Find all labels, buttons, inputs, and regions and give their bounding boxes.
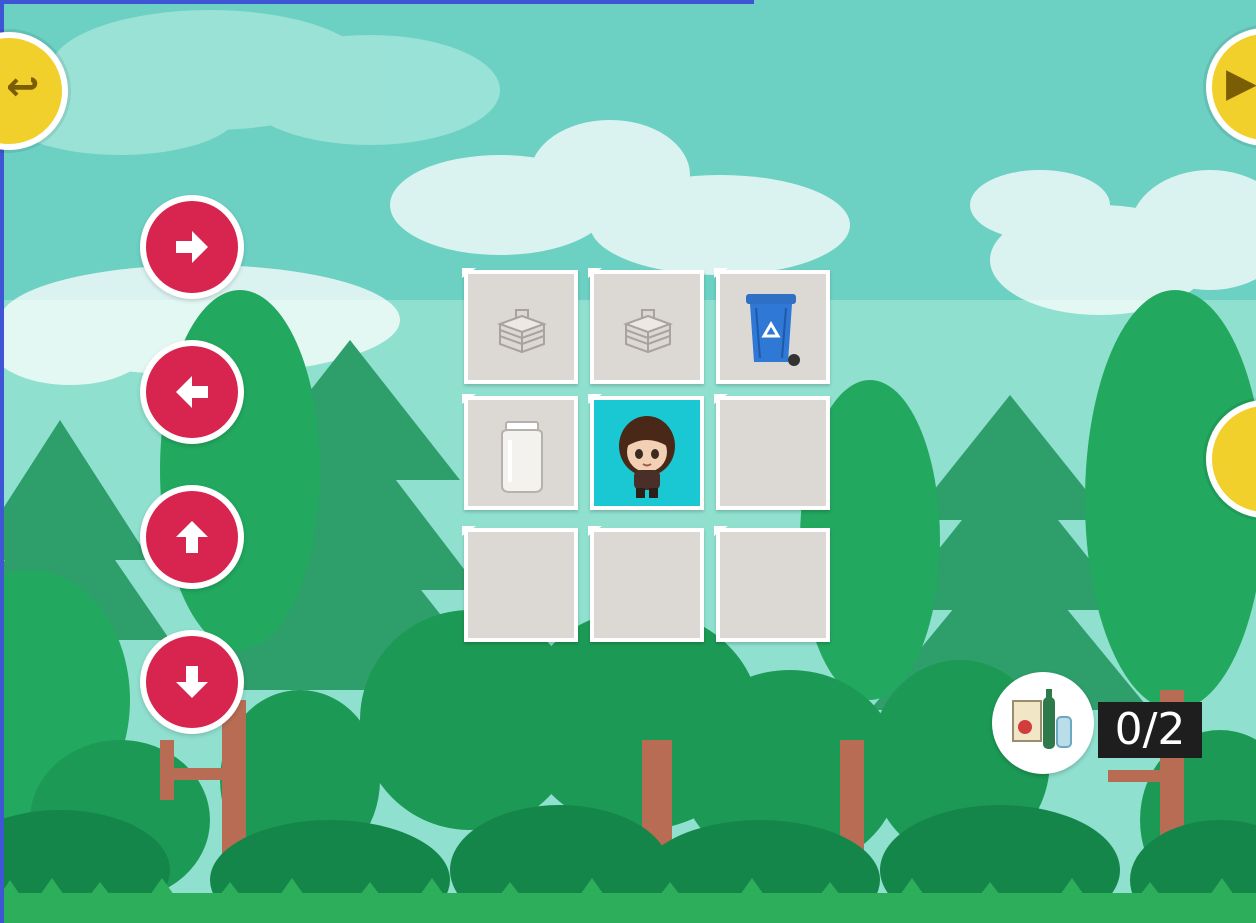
grid-cell[interactable]: [462, 526, 578, 642]
arrow-up-icon: [176, 521, 208, 553]
move-up-button[interactable]: [140, 485, 244, 589]
collected-counter: 0/2: [1098, 702, 1202, 758]
grid-cell[interactable]: [462, 268, 578, 384]
arrow-left-icon: [176, 376, 208, 408]
coin-icon: ▶: [1226, 60, 1256, 106]
game-stage: ↩ ▶ 0/2: [0, 0, 1256, 923]
arrow-right-icon: [176, 231, 208, 263]
player-character-icon: [619, 416, 675, 498]
paper-stack-icon: [623, 309, 673, 354]
grid-cell[interactable]: [714, 268, 830, 384]
move-right-button[interactable]: [140, 195, 244, 299]
grid-cell[interactable]: [588, 526, 704, 642]
back-coin-icon: ↩: [6, 64, 40, 110]
grid-cell-active[interactable]: [588, 394, 704, 510]
arrow-down-icon: [176, 666, 208, 698]
grid-cell[interactable]: [462, 394, 578, 510]
move-down-button[interactable]: [140, 630, 244, 734]
move-left-button[interactable]: [140, 340, 244, 444]
collected-items-badge: [992, 672, 1094, 774]
recycle-bin-icon: [746, 294, 800, 366]
grid-cell[interactable]: [714, 526, 830, 642]
paper-stack-icon: [497, 309, 547, 354]
grid-cell[interactable]: [714, 394, 830, 510]
grid-cell[interactable]: [588, 268, 704, 384]
recyclables-icon: [1012, 689, 1072, 749]
glass-jar-icon: [501, 421, 543, 493]
top-border-line: [0, 0, 754, 4]
